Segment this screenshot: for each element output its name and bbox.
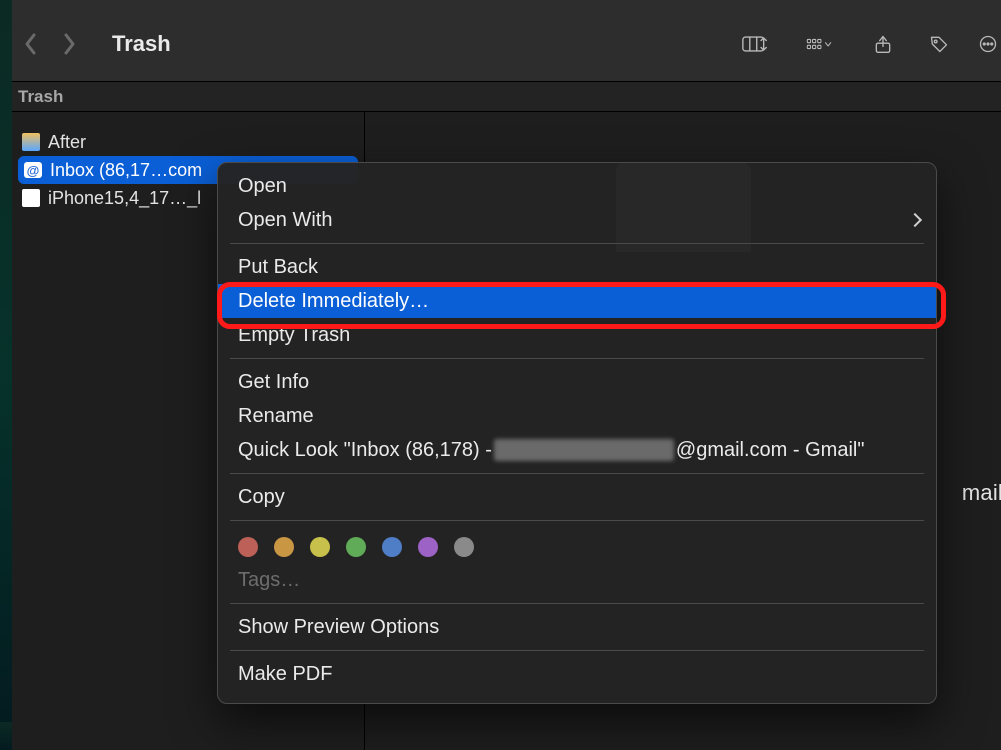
ctx-get-info[interactable]: Get Info — [218, 365, 936, 399]
back-button[interactable] — [16, 29, 46, 59]
file-name: Inbox (86,17…com — [50, 160, 202, 181]
tags-button[interactable] — [919, 29, 959, 59]
quick-look-suffix: @gmail.com - Gmail" — [676, 439, 865, 462]
ctx-show-preview-options[interactable]: Show Preview Options — [218, 610, 936, 644]
tag-swatch-green[interactable] — [346, 537, 366, 557]
window-toolbar: Trash — [12, 20, 1001, 68]
more-button[interactable] — [975, 29, 1001, 59]
quick-look-prefix: Quick Look "Inbox (86,178) - — [238, 439, 492, 462]
ctx-make-pdf[interactable]: Make PDF — [218, 657, 936, 691]
path-bar[interactable]: Trash — [12, 82, 1001, 112]
ctx-separator — [230, 520, 924, 521]
ctx-separator — [230, 243, 924, 244]
file-name: After — [48, 132, 86, 153]
tag-swatch-purple[interactable] — [418, 537, 438, 557]
share-button[interactable] — [863, 29, 903, 59]
ctx-separator — [230, 603, 924, 604]
ctx-separator — [230, 650, 924, 651]
webloc-icon: @ — [24, 162, 42, 178]
desktop-left-edge — [0, 0, 12, 750]
file-name: iPhone15,4_17…_l — [48, 188, 201, 209]
tag-swatch-red[interactable] — [238, 537, 258, 557]
tag-swatch-orange[interactable] — [274, 537, 294, 557]
ctx-open-with[interactable]: Open With — [218, 203, 936, 237]
ctx-tag-colors — [218, 527, 936, 563]
group-by-button[interactable] — [791, 29, 847, 59]
ctx-empty-trash[interactable]: Empty Trash — [218, 318, 936, 352]
tag-swatch-gray[interactable] — [454, 537, 474, 557]
document-icon — [22, 189, 40, 207]
file-row-after[interactable]: After — [12, 128, 364, 156]
redacted-email — [494, 439, 674, 461]
folder-thumb-icon — [22, 133, 40, 151]
ctx-delete-immediately[interactable]: Delete Immediately… — [218, 284, 936, 318]
ctx-quick-look[interactable]: Quick Look "Inbox (86,178) - @gmail.com … — [218, 433, 936, 467]
ctx-separator — [230, 358, 924, 359]
ctx-rename[interactable]: Rename — [218, 399, 936, 433]
path-label: Trash — [18, 87, 63, 107]
ctx-separator — [230, 473, 924, 474]
context-menu: Open Open With Put Back Delete Immediate… — [217, 162, 937, 704]
preview-filename-tail: mail — [962, 480, 1001, 506]
tag-swatch-blue[interactable] — [382, 537, 402, 557]
window-title: Trash — [112, 31, 171, 57]
ctx-put-back[interactable]: Put Back — [218, 250, 936, 284]
tag-swatch-yellow[interactable] — [310, 537, 330, 557]
ctx-open[interactable]: Open — [218, 169, 936, 203]
ctx-tags[interactable]: Tags… — [218, 563, 936, 597]
ctx-copy[interactable]: Copy — [218, 480, 936, 514]
forward-button[interactable] — [54, 29, 84, 59]
view-columns-button[interactable] — [735, 29, 775, 59]
